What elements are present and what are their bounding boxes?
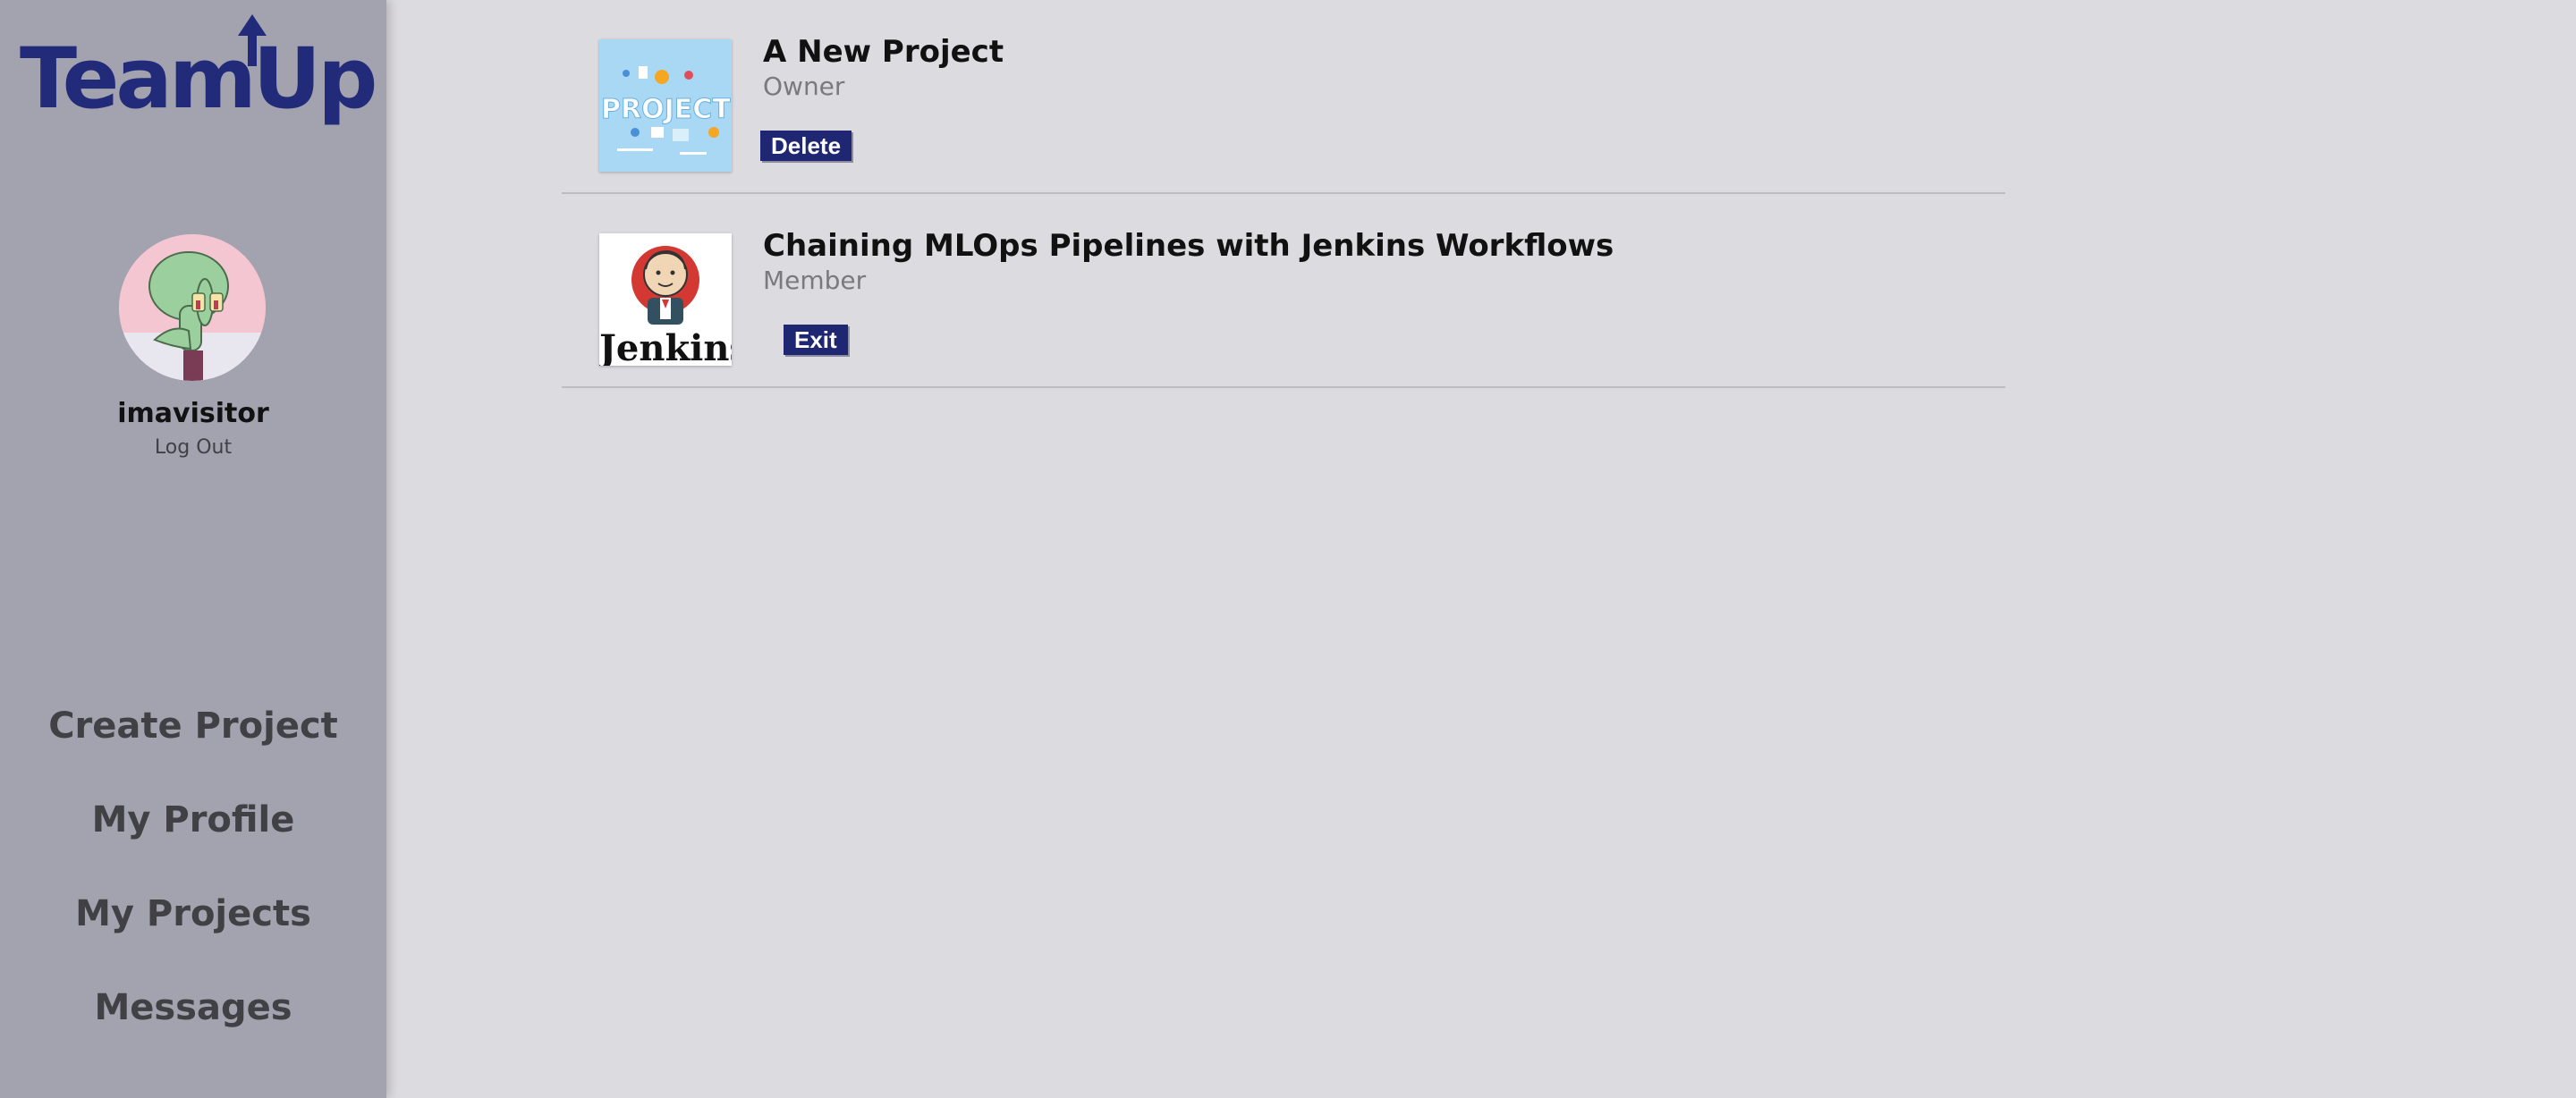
delete-button[interactable]: Delete bbox=[760, 131, 852, 161]
project-row: Jenkins Chaining MLOps Pipelines with Je… bbox=[562, 194, 2005, 388]
project-role: Owner bbox=[763, 72, 845, 101]
logout-link[interactable]: Log Out bbox=[0, 436, 386, 459]
nav-create-project[interactable]: Create Project bbox=[0, 697, 386, 791]
jenkins-thumb-label: Jenkins bbox=[599, 327, 732, 366]
nav-my-profile[interactable]: My Profile bbox=[0, 791, 386, 885]
squidward-avatar-icon bbox=[119, 234, 266, 381]
project-thumb-label: PROJECT bbox=[601, 94, 731, 125]
project-list: PROJECT A New Project Owner Delete Jenki… bbox=[562, 0, 2005, 388]
nav-messages[interactable]: Messages bbox=[0, 979, 386, 1073]
project-title[interactable]: A New Project bbox=[763, 34, 1004, 70]
username: imavisitor bbox=[117, 398, 269, 429]
project-thumbnail[interactable]: Jenkins bbox=[599, 233, 732, 366]
project-role: Member bbox=[763, 266, 867, 295]
jenkins-logo-icon: Jenkins bbox=[599, 233, 732, 366]
exit-button[interactable]: Exit bbox=[784, 325, 848, 355]
project-row: PROJECT A New Project Owner Delete bbox=[562, 0, 2005, 194]
sidebar: TeamUp imavisitor Log Out Create Project… bbox=[0, 0, 386, 1098]
teamup-logo[interactable]: TeamUp bbox=[20, 13, 377, 129]
avatar[interactable] bbox=[119, 234, 266, 381]
project-thumbnail[interactable]: PROJECT bbox=[599, 39, 732, 172]
logo-text: TeamUp bbox=[20, 30, 377, 128]
up-arrow-icon bbox=[238, 14, 267, 66]
nav-my-projects[interactable]: My Projects bbox=[0, 885, 386, 979]
sidebar-nav: Create Project My Profile My Projects Me… bbox=[0, 697, 386, 1073]
project-title[interactable]: Chaining MLOps Pipelines with Jenkins Wo… bbox=[763, 228, 1614, 264]
project-image-icon: PROJECT bbox=[599, 39, 732, 172]
